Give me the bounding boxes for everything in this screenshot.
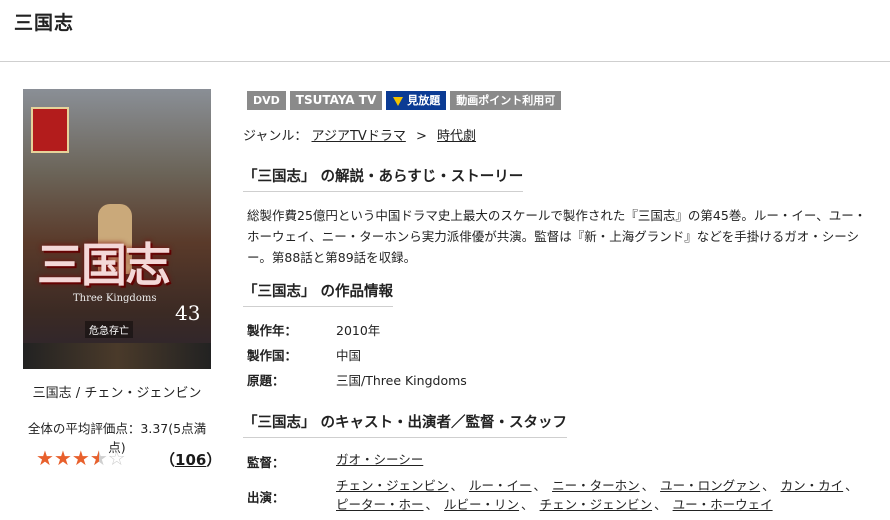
info-key: 原題：: [247, 373, 285, 388]
cover-banner-graphic: [31, 107, 69, 153]
cast-link[interactable]: ルビー・リン: [444, 497, 519, 512]
cover-subtitle: Three Kingdoms: [73, 293, 157, 304]
cast-link[interactable]: チェン・ジェンビン: [336, 478, 449, 493]
cast-link[interactable]: ルー・イー: [469, 478, 532, 493]
cast-heading: 「三国志」 のキャスト・出演者／監督・スタッフ: [243, 411, 568, 438]
story-heading: 「三国志」 の解説・あらすじ・ストーリー: [243, 165, 524, 192]
info-value: 2010年: [336, 323, 381, 338]
cast-link[interactable]: ユー・ロングァン: [660, 478, 760, 493]
cast-link[interactable]: カン・カイ: [781, 478, 844, 493]
cover-title: 三国志: [37, 238, 171, 292]
cast-link[interactable]: チェン・ジェンビン: [540, 497, 653, 512]
genre-link-period-drama[interactable]: 時代劇: [437, 129, 476, 144]
story-description: 総製作費25億円という中国ドラマ史上最大のスケールで製作された『三国志』の第45…: [247, 208, 867, 265]
genre-label: ジャンル：: [243, 129, 308, 144]
cover-volume: 43: [175, 301, 201, 325]
cast-label: 出演：: [247, 490, 285, 505]
cast-link[interactable]: ニー・ターホン: [552, 478, 640, 493]
rating-stars: ★★★★☆: [36, 446, 126, 470]
badge-unlimited: 見放題: [386, 91, 447, 110]
cover-caption: 三国志 / チェン・ジェンビン: [32, 386, 202, 401]
info-key: 製作国：: [247, 348, 298, 363]
star-full-icon: ★: [53, 446, 72, 470]
badge-tsutaya-tv: TSUTAYA TV: [289, 91, 383, 110]
badge-dvd: DVD: [247, 91, 286, 110]
info-key: 製作年：: [247, 323, 298, 338]
cast-link[interactable]: ユー・ホーウェイ: [673, 497, 773, 512]
star-full-icon: ★: [36, 446, 54, 470]
director-link[interactable]: ガオ・シーシー: [336, 452, 423, 467]
cover-episode-title: 危急存亡: [85, 321, 133, 338]
info-value: 三国/Three Kingdoms: [336, 373, 467, 388]
star-empty-icon: ☆: [107, 446, 126, 470]
review-count[interactable]: （106）: [160, 449, 221, 470]
header-divider: [0, 61, 890, 62]
availability-badges: DVD TSUTAYA TV 見放題 動画ポイント利用可: [247, 91, 562, 110]
unlimited-icon: [393, 96, 404, 106]
review-count-link[interactable]: 106: [175, 451, 206, 469]
genre-separator: >: [415, 129, 427, 144]
cast-link[interactable]: ピーター・ホー: [336, 497, 424, 512]
info-value: 中国: [336, 348, 362, 363]
badge-points: 動画ポイント利用可: [450, 91, 562, 110]
director-label: 監督：: [247, 455, 285, 470]
dvd-cover-image[interactable]: 三国志 Three Kingdoms 43 危急存亡: [23, 89, 211, 369]
cover-label-strip: [23, 343, 211, 369]
genre-link-asian-tv-drama[interactable]: アジアTVドラマ: [312, 129, 406, 144]
genre-breadcrumb: ジャンル： アジアTVドラマ > 時代劇: [243, 125, 476, 144]
page-title: 三国志: [14, 12, 75, 34]
cast-list: チェン・ジェンビン、ルー・イー、ニー・ターホン、ユー・ロングァン、カン・カイ 、ピ…: [336, 478, 858, 512]
star-full-icon: ★: [71, 446, 90, 470]
badge-unlimited-label: 見放題: [407, 94, 441, 107]
star-half-icon: ★: [90, 446, 108, 470]
director-list: ガオ・シーシー: [336, 450, 866, 469]
info-heading: 「三国志」 の作品情報: [243, 280, 394, 307]
